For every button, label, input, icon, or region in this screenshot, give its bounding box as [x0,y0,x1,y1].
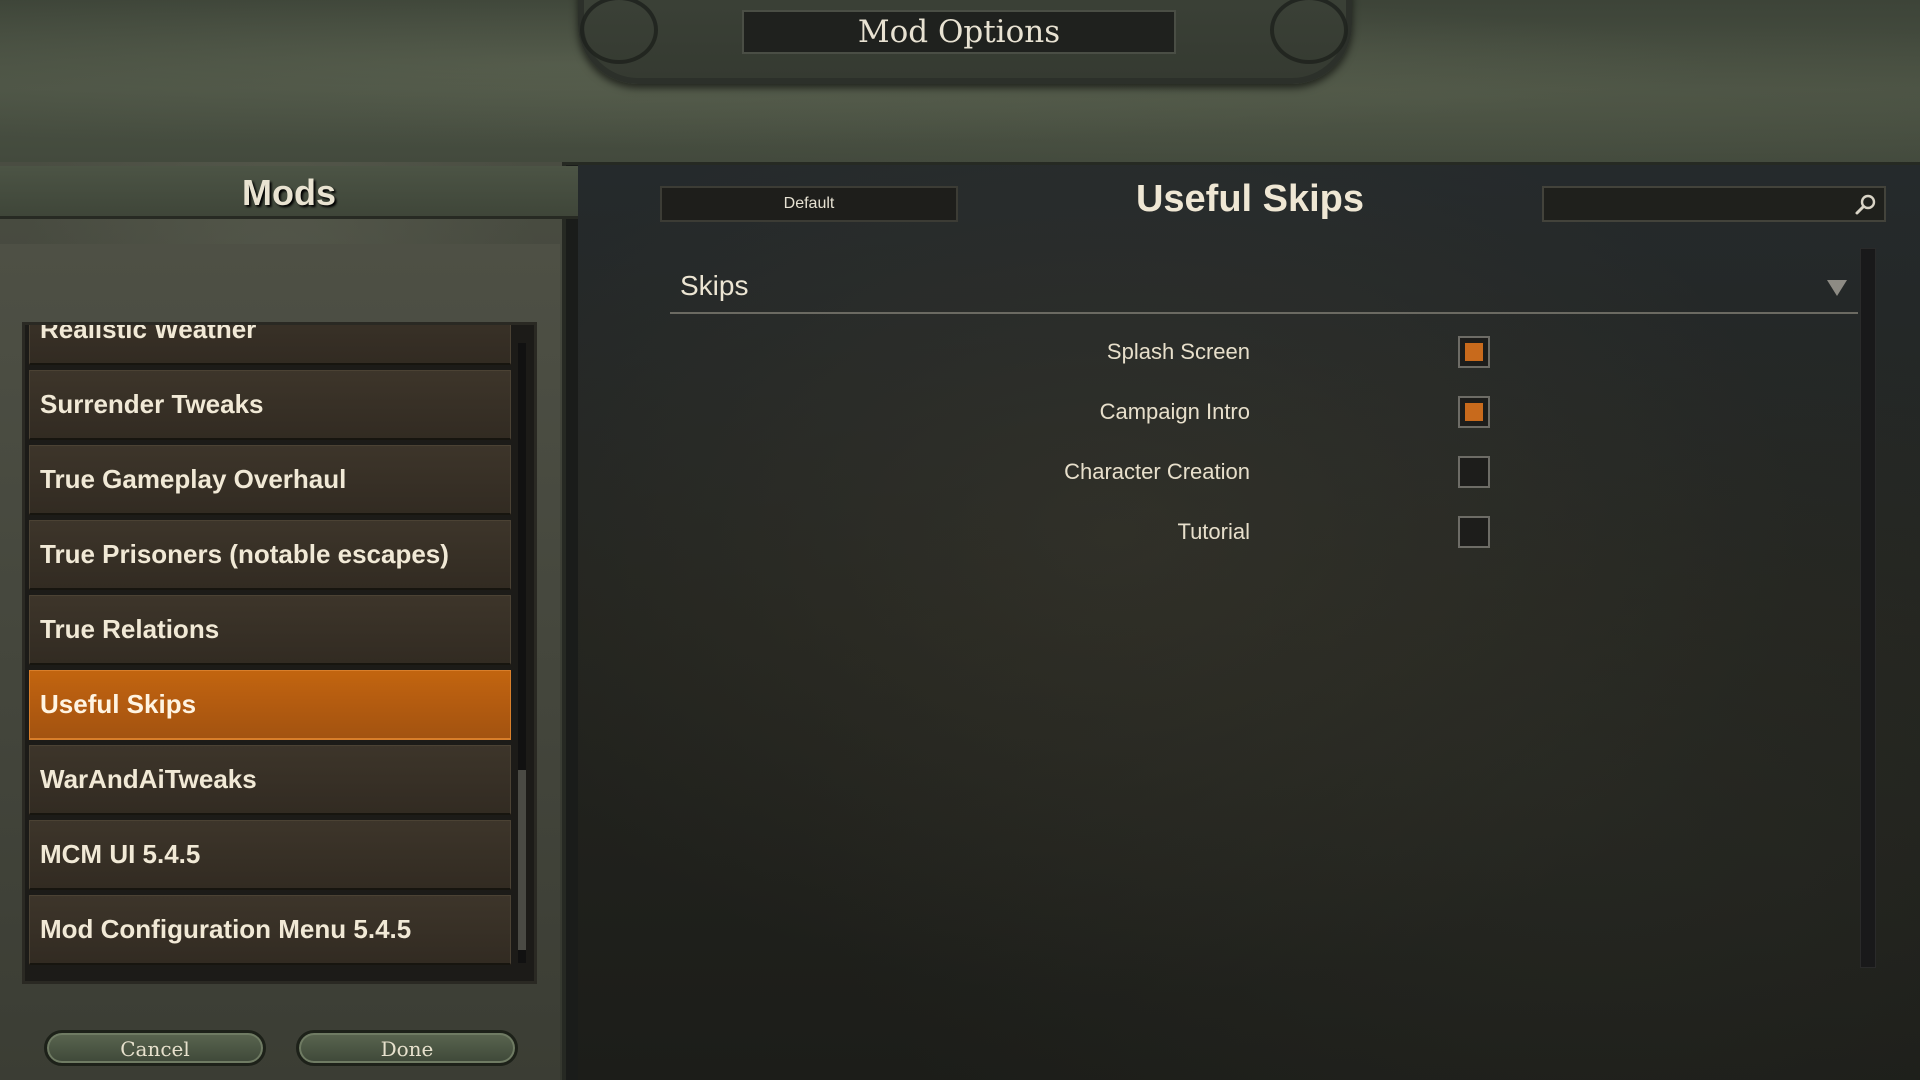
setting-row-character-creation: Character Creation [900,453,1500,497]
setting-label: Tutorial [1177,519,1250,544]
settings-group-header[interactable]: Skips [670,262,1858,314]
setting-label: Character Creation [1064,459,1250,484]
settings-group-label: Skips [680,270,749,301]
tutorial-checkbox[interactable] [1458,516,1490,548]
splash-screen-checkbox[interactable] [1458,336,1490,368]
top-banner: Mod Options [0,0,1920,165]
default-button[interactable]: Default [660,186,958,222]
setting-row-splash-screen: Splash Screen [900,333,1500,377]
mod-list-scroll-thumb[interactable] [518,770,526,950]
mod-list-item[interactable]: WarAndAiTweaks [29,745,511,815]
cancel-button[interactable]: Cancel [44,1030,266,1066]
mod-list-item[interactable]: MCM UI 5.4.5 [29,820,511,890]
setting-row-campaign-intro: Campaign Intro [900,393,1500,437]
selected-mod-title: Useful Skips [1135,178,1365,220]
mods-title: Mods [242,172,336,213]
mod-options-screen: Mod Options Mods Realistic Weather Surre… [0,0,1920,1080]
done-button[interactable]: Done [296,1030,518,1066]
setting-label: Splash Screen [1106,339,1250,364]
settings-scrollbar[interactable] [1860,248,1876,968]
setting-row-tutorial: Tutorial [900,513,1500,557]
mod-list-item[interactable]: Mod Configuration Menu 5.4.5 [29,895,511,965]
mod-list-item[interactable]: True Prisoners (notable escapes) [29,520,511,590]
campaign-intro-checkbox[interactable] [1458,396,1490,428]
mod-list-item-selected[interactable]: Useful Skips [29,670,511,740]
mod-list-item[interactable]: Surrender Tweaks [29,370,511,440]
mod-list[interactable]: Realistic Weather Surrender Tweaks True … [29,325,511,970]
search-icon[interactable] [1854,192,1878,216]
mod-list-frame: Realistic Weather Surrender Tweaks True … [22,322,537,984]
page-title: Mod Options [742,10,1176,54]
mod-list-item[interactable]: True Relations [29,595,511,665]
setting-label: Campaign Intro [1099,399,1250,424]
chevron-down-icon[interactable] [1826,278,1848,298]
mod-list-item[interactable]: True Gameplay Overhaul [29,445,511,515]
mod-list-item[interactable]: Realistic Weather [29,325,511,365]
mods-header: Mods [0,166,578,219]
checkbox-checked-mark [1465,403,1483,421]
checkbox-checked-mark [1465,343,1483,361]
character-creation-checkbox[interactable] [1458,456,1490,488]
search-input[interactable] [1542,186,1886,222]
